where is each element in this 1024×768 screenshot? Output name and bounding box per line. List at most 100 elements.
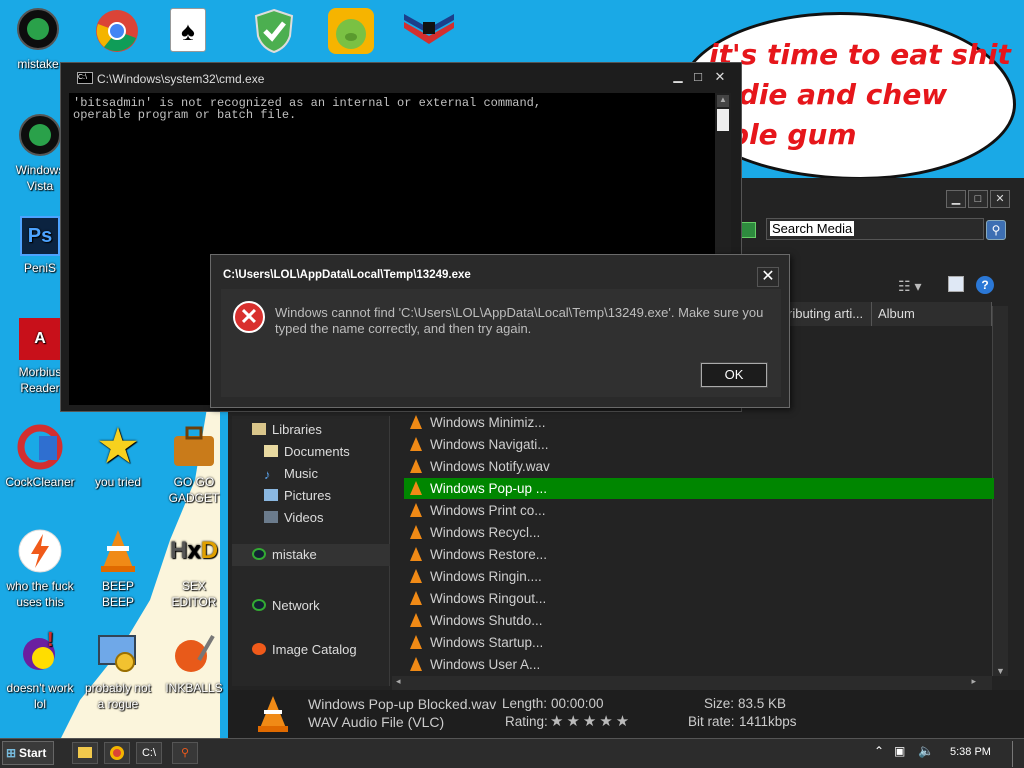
file-row[interactable]: Windows Ringin....	[404, 566, 994, 587]
desktop-icon-mistake[interactable]: mistake	[8, 6, 68, 72]
rating-stars[interactable]: ★★★★★	[550, 712, 632, 730]
details-rating-label: Rating:	[505, 714, 548, 729]
speech-bubble-text: it's time to eat shit d die and chew bbl…	[709, 38, 1011, 151]
desktop-icon-label: mistake	[17, 57, 59, 71]
desktop-icon-inkballs[interactable]: INKBALLS	[154, 630, 234, 696]
hxd-icon: HxD	[169, 537, 219, 564]
desktop-icon-cockcleaner[interactable]: CockCleaner	[0, 424, 80, 490]
file-row[interactable]: Windows Shutdo...	[404, 610, 994, 631]
briefcase-icon	[171, 424, 217, 470]
network-icon	[252, 599, 266, 611]
file-row[interactable]: Windows Minimiz...	[404, 412, 994, 433]
help-icon[interactable]: ?	[976, 276, 994, 294]
vlc-cone-icon	[256, 696, 290, 735]
file-row[interactable]: Windows Startup...	[404, 632, 994, 653]
desktop-icon-label: doesn't work lol	[6, 681, 74, 711]
minimize-button[interactable]: ▁	[946, 190, 966, 208]
tray-chevron-icon[interactable]: ⌃	[874, 744, 884, 758]
file-list: Windows Minimiz... Windows Navigati... Win…	[404, 412, 994, 682]
vlc-cone-icon	[410, 437, 422, 451]
details-length-value: 00:00:00	[551, 696, 604, 711]
nav-item-libraries[interactable]: Libraries	[252, 422, 322, 437]
cmd-taskbar-icon[interactable]: C:\	[136, 742, 162, 764]
bad-piggies-icon[interactable]	[328, 8, 374, 54]
view-options-icon[interactable]: ☷ ▾	[898, 278, 921, 295]
desktop-icon-doesnt-work[interactable]: ! doesn't work lol	[0, 630, 80, 712]
desktop-icon-you-tried[interactable]: ★ you tried	[78, 424, 158, 490]
ok-button[interactable]: OK	[700, 362, 768, 388]
file-row[interactable]: Windows Notify.wav	[404, 456, 994, 477]
file-row[interactable]: Windows Recycl...	[404, 522, 994, 543]
file-row[interactable]: Windows Print co...	[404, 500, 994, 521]
file-row[interactable]: Windows Pop-up ...	[404, 478, 994, 499]
file-name: Windows Ringin....	[430, 569, 542, 584]
cmd-minimize-button[interactable]: ▁	[669, 69, 687, 85]
desktop-icon-sex-editor[interactable]: HxD SEX EDITOR	[154, 528, 234, 610]
vertical-scrollbar[interactable]: ▼	[992, 306, 1008, 676]
cmd-scrollbar[interactable]: ▲	[715, 93, 731, 253]
desktop-icon-go-go-gadget[interactable]: GO GO GADGET	[154, 424, 234, 506]
vlc-cone-icon	[410, 459, 422, 473]
horizontal-scrollbar[interactable]: ◂ ▸	[392, 676, 992, 690]
nav-item-network[interactable]: Network	[252, 598, 320, 613]
dialog-close-button[interactable]: ✕	[757, 267, 779, 287]
details-size-label: Size:	[704, 696, 735, 711]
explorer-taskbar-icon[interactable]	[72, 742, 98, 764]
nav-item-music[interactable]: ♪ Music	[264, 466, 318, 482]
cmd-maximize-button[interactable]: □	[689, 69, 707, 85]
details-size-value: 83.5 KB	[738, 696, 787, 711]
desktop-icon-label: CockCleaner	[5, 475, 75, 489]
nav-item-documents[interactable]: Documents	[264, 444, 350, 459]
refresh-icon[interactable]	[740, 222, 756, 238]
preview-pane-icon[interactable]	[948, 276, 964, 292]
shield-check-icon[interactable]	[252, 8, 296, 59]
search-icon[interactable]: ⚲	[986, 220, 1006, 240]
file-row[interactable]: Windows Ringout...	[404, 588, 994, 609]
error-icon: ✕	[233, 301, 265, 333]
solitaire-icon[interactable]: ♠	[170, 8, 206, 52]
chrome-icon[interactable]	[94, 8, 140, 59]
vlc-cone-icon	[410, 569, 422, 583]
desktop-icon-lightning[interactable]: who the fuck uses this	[0, 528, 80, 610]
desktop-icon-label: GO GO GADGET	[168, 475, 220, 505]
desktop-icon-label: SEX EDITOR	[171, 579, 217, 609]
file-row[interactable]: Windows Navigati...	[404, 434, 994, 455]
nav-item-pictures[interactable]: Pictures	[264, 488, 331, 503]
desktop-icon-probably-not-a-rogue[interactable]: probably not a rogue	[78, 630, 158, 712]
vlc-cone-icon	[410, 415, 422, 429]
chrome-taskbar-icon[interactable]	[104, 742, 130, 764]
ccleaner-icon	[17, 424, 63, 470]
desktop-icon-beep-beep[interactable]: BEEP BEEP	[78, 528, 158, 610]
search-taskbar-icon[interactable]: ⚲	[172, 742, 198, 764]
desktop-icon-label: probably not a rogue	[84, 681, 152, 711]
desktop-icon-label: INKBALLS	[165, 681, 223, 695]
banner-icon[interactable]	[404, 14, 454, 51]
cmd-close-button[interactable]: ✕	[711, 69, 729, 85]
file-name: Windows Minimiz...	[430, 415, 546, 430]
volume-icon[interactable]: 🔈	[918, 743, 934, 759]
cmd-titlebar[interactable]: C:\ C:\Windows\system32\cmd.exe ▁ □ ✕	[61, 63, 741, 93]
file-row[interactable]: Windows User A...	[404, 654, 994, 675]
nav-item-image-catalog[interactable]: Image Catalog	[252, 642, 357, 657]
maximize-button[interactable]: □	[968, 190, 988, 208]
pdf-reader-icon: A	[19, 318, 61, 360]
close-button[interactable]: ✕	[990, 190, 1010, 208]
column-header-contributing-artists[interactable]: ributing arti...	[782, 302, 872, 326]
nav-item-homegroup[interactable]: mistake	[232, 544, 390, 566]
network-tray-icon[interactable]: ▣	[894, 744, 905, 758]
desktop-icon-label: who the fuck uses this	[6, 579, 74, 609]
column-header-album[interactable]: Album	[872, 302, 992, 326]
file-row[interactable]: Windows Restore...	[404, 544, 994, 565]
start-button[interactable]: ⊞ Start	[2, 741, 54, 765]
clock[interactable]: 5:38 PM	[950, 746, 991, 758]
show-desktop-button[interactable]	[1012, 741, 1022, 767]
file-name: Windows Restore...	[430, 547, 548, 562]
search-placeholder: Search Media	[770, 221, 855, 236]
vlc-cone-icon	[410, 547, 422, 561]
search-input[interactable]: Search Media	[766, 218, 984, 240]
details-filename: Windows Pop-up Blocked.wav	[308, 696, 497, 712]
nav-item-videos[interactable]: Videos	[264, 510, 324, 525]
gold-star-icon: ★	[98, 422, 138, 471]
vlc-cone-icon	[410, 525, 422, 539]
cmd-output-line: operable program or batch file.	[73, 108, 297, 122]
